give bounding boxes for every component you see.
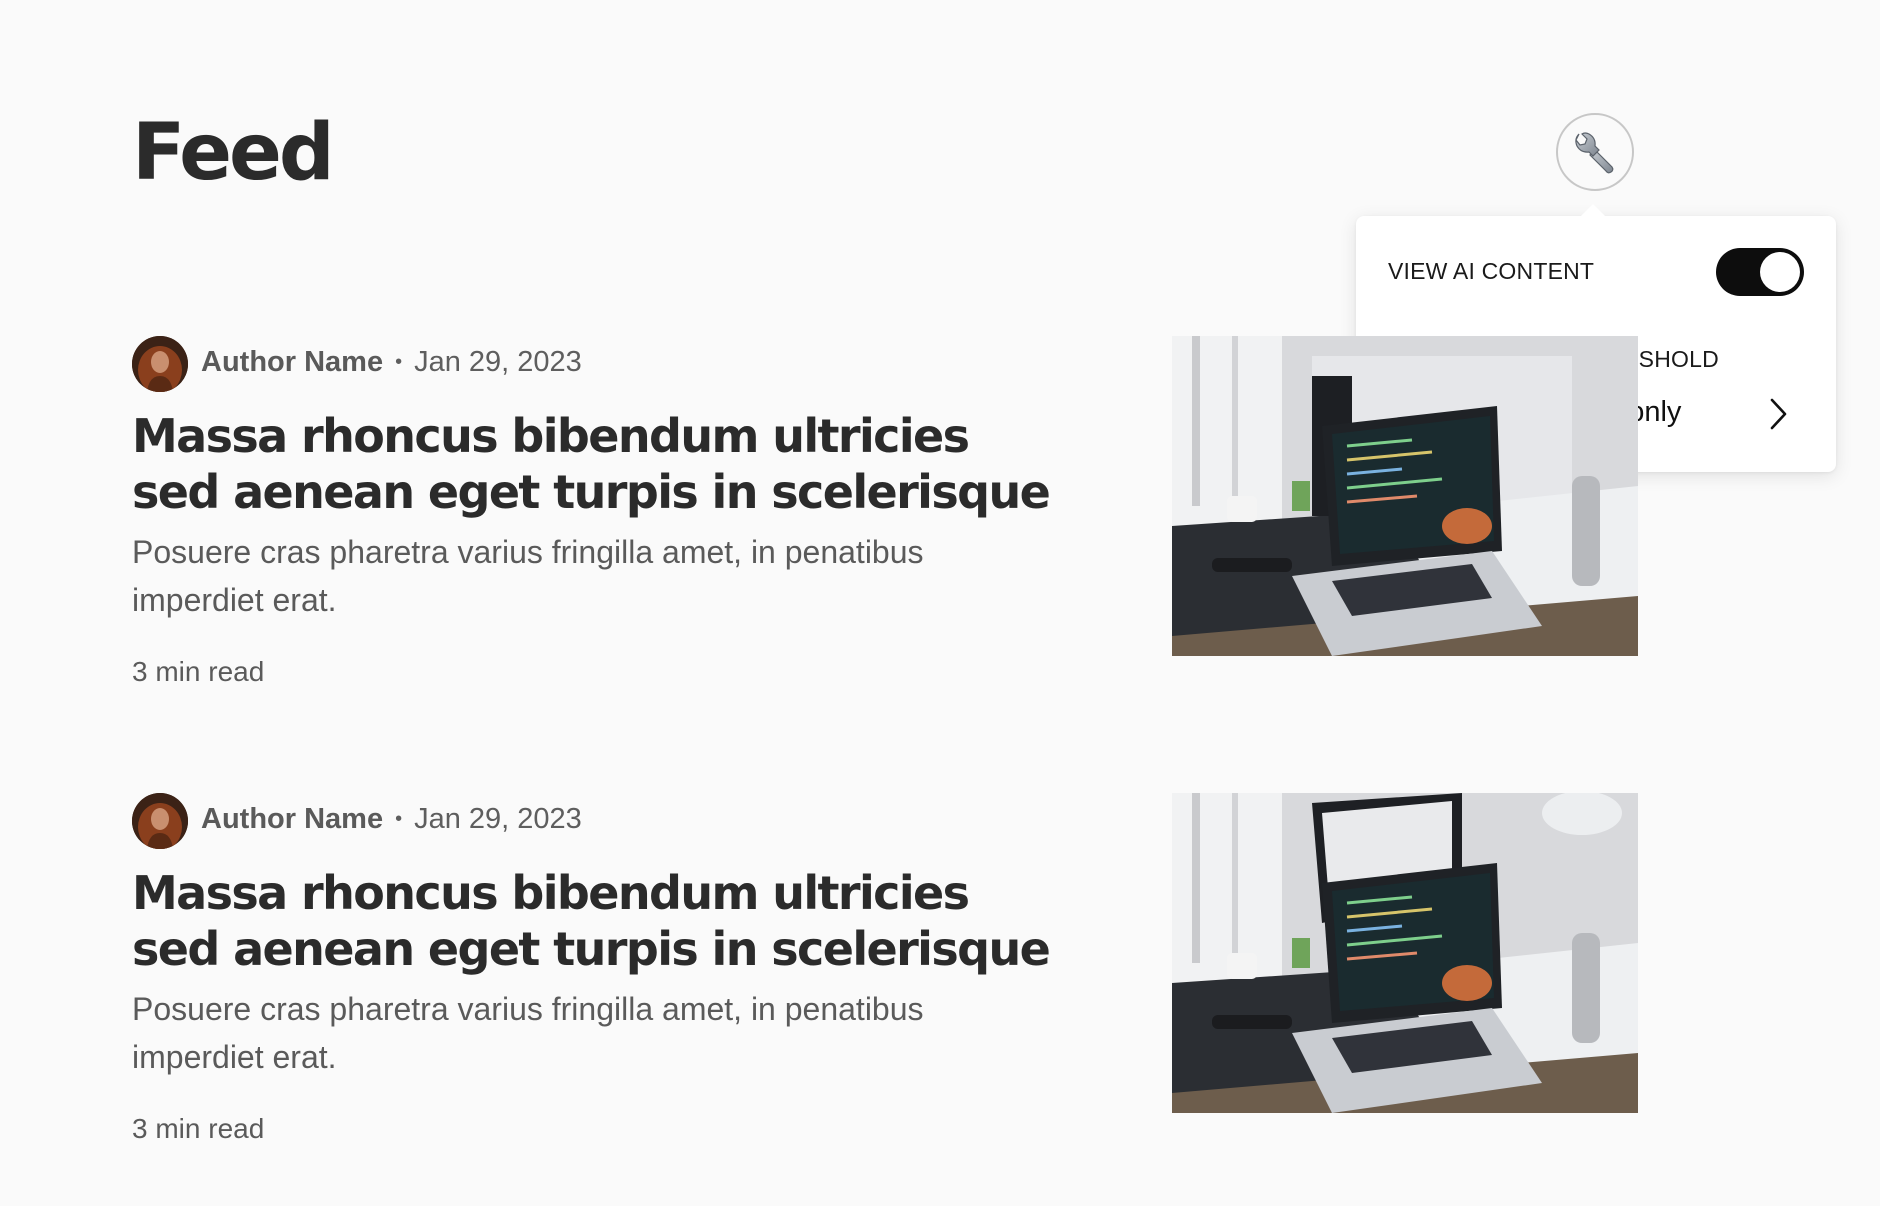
avatar (132, 336, 188, 392)
article-title[interactable]: Massa rhoncus bibendum ultricies sed aen… (132, 408, 1052, 520)
article-card[interactable]: Author Name • Jan 29, 2023 Massa rhoncus… (132, 793, 1638, 1153)
meta-separator: • (395, 351, 403, 373)
article-excerpt: Posuere cras pharetra varius fringilla a… (132, 991, 924, 1075)
page-title: Feed (132, 108, 335, 198)
wrench-icon (1575, 132, 1614, 174)
publish-date: Jan 29, 2023 (414, 346, 582, 378)
article-thumbnail[interactable] (1172, 793, 1638, 1113)
view-ai-content-label: VIEW AI CONTENT (1388, 258, 1595, 284)
toggle-knob (1760, 252, 1800, 292)
avatar (132, 793, 188, 849)
article-meta: Author Name • Jan 29, 2023 (201, 346, 582, 379)
read-time: 3 min read (132, 1113, 265, 1144)
article-excerpt: Posuere cras pharetra varius fringilla a… (132, 534, 924, 618)
author-name[interactable]: Author Name (201, 803, 383, 836)
popover-arrow (1581, 204, 1605, 216)
view-ai-content-toggle[interactable] (1716, 248, 1804, 296)
publish-date: Jan 29, 2023 (414, 803, 582, 835)
settings-button[interactable] (1556, 113, 1634, 191)
author-name[interactable]: Author Name (201, 346, 383, 379)
article-card[interactable]: Author Name • Jan 29, 2023 Massa rhoncus… (132, 336, 1638, 696)
read-time: 3 min read (132, 656, 265, 687)
article-title[interactable]: Massa rhoncus bibendum ultricies sed aen… (132, 865, 1052, 977)
chevron-right-icon (1770, 398, 1787, 430)
article-thumbnail[interactable] (1172, 336, 1638, 656)
meta-separator: • (395, 808, 403, 830)
threshold-next-button[interactable] (1758, 394, 1798, 434)
article-meta: Author Name • Jan 29, 2023 (201, 803, 582, 836)
